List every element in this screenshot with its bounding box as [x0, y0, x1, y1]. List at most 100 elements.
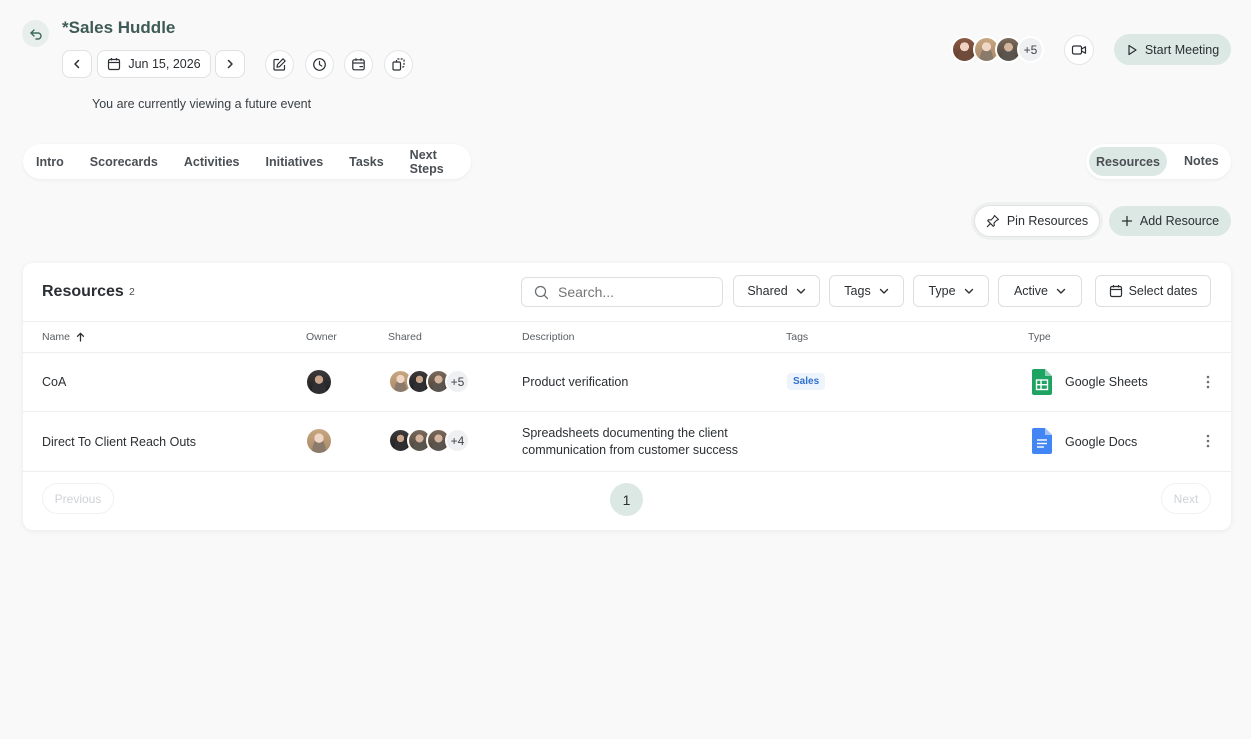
shared-avatars[interactable]: +5: [388, 369, 478, 395]
pin-icon: [986, 214, 999, 228]
next-page-button[interactable]: Next: [1161, 483, 1211, 514]
active-filter-label: Active: [1013, 284, 1049, 298]
divider: [23, 471, 1231, 472]
attendee-avatars[interactable]: +5: [951, 36, 1047, 64]
search-box[interactable]: [521, 277, 723, 307]
resource-type: Google Sheets: [1065, 375, 1148, 389]
page-number-button[interactable]: 1: [610, 483, 643, 516]
chevron-down-icon: [1056, 288, 1066, 294]
column-header-shared: Shared: [388, 331, 422, 343]
search-icon: [534, 285, 549, 299]
resource-name[interactable]: CoA: [42, 375, 66, 389]
tags-filter-label: Tags: [844, 284, 871, 298]
undo-arrow-icon: [29, 28, 42, 40]
section-tabs: Intro Scorecards Activities Initiatives …: [23, 144, 471, 179]
back-button[interactable]: [22, 20, 49, 47]
type-filter-label: Type: [928, 284, 956, 298]
page-title: *Sales Huddle: [62, 18, 176, 37]
chevron-down-icon: [796, 288, 805, 294]
add-resource-label: Add Resource: [1139, 214, 1220, 228]
tab-activities[interactable]: Activities: [171, 155, 253, 169]
tags-filter[interactable]: Tags: [829, 275, 904, 307]
more-vertical-icon[interactable]: [1205, 433, 1211, 449]
owner-avatar: [307, 429, 331, 453]
shared-avatars[interactable]: +4: [388, 428, 478, 454]
tab-notes[interactable]: Notes: [1184, 154, 1219, 168]
resource-description: Product verification: [522, 375, 629, 389]
pin-resources-button[interactable]: Pin Resources: [974, 205, 1100, 237]
column-header-name[interactable]: Name: [42, 331, 85, 343]
owner-avatar: [307, 370, 331, 394]
tab-resources[interactable]: Resources: [1089, 147, 1167, 176]
sort-ascending-icon: [76, 332, 85, 342]
tab-scorecards[interactable]: Scorecards: [77, 155, 171, 169]
future-event-notice: You are currently viewing a future event: [92, 97, 312, 111]
edit-icon: [273, 58, 286, 71]
resources-heading: Resources: [42, 283, 124, 300]
panel-tabs: Resources Notes: [1086, 144, 1231, 179]
shared-more-badge: +5: [445, 369, 470, 394]
start-meeting-label: Start Meeting: [1144, 42, 1220, 57]
video-call-button[interactable]: [1064, 35, 1094, 65]
start-meeting-button[interactable]: Start Meeting: [1114, 34, 1231, 65]
chevron-right-icon: [227, 59, 233, 69]
shared-filter-label: Shared: [747, 284, 788, 298]
page-number: 1: [622, 491, 631, 508]
resource-type: Google Docs: [1065, 435, 1138, 449]
table-row[interactable]: Direct To Client Reach Outs +4 Spreadshe…: [23, 412, 1231, 471]
calendar-icon: [1109, 285, 1122, 298]
resource-description-line-2: communication from customer success: [522, 443, 739, 457]
pin-resources-label: Pin Resources: [1006, 214, 1089, 228]
date-range-filter[interactable]: Select dates: [1095, 275, 1211, 307]
date-picker-button[interactable]: Jun 15, 2026: [97, 50, 211, 78]
calendar-icon: [108, 58, 121, 71]
type-filter[interactable]: Type: [913, 275, 989, 307]
resource-description-line-1: Spreadsheets documenting the client: [522, 426, 728, 440]
date-range-label: Select dates: [1128, 284, 1198, 298]
resources-count: 2: [129, 286, 135, 298]
resource-name[interactable]: Direct To Client Reach Outs: [42, 435, 196, 449]
duplicate-button[interactable]: [384, 50, 413, 79]
copy-icon: [392, 58, 405, 71]
google-docs-icon: [1032, 428, 1052, 454]
chevron-down-icon: [964, 288, 973, 294]
history-button[interactable]: [305, 50, 334, 79]
column-header-owner: Owner: [306, 331, 337, 343]
column-header-type: Type: [1028, 331, 1051, 343]
search-input[interactable]: [558, 284, 708, 300]
tab-tasks[interactable]: Tasks: [336, 155, 397, 169]
tab-next-steps[interactable]: Next Steps: [397, 148, 471, 176]
active-filter[interactable]: Active: [998, 275, 1082, 307]
google-sheets-icon: [1032, 369, 1052, 395]
video-camera-icon: [1071, 45, 1087, 55]
calendar-minus-icon: [352, 58, 365, 71]
resources-card: Resources 2 Shared Tags Type Active Sele…: [23, 263, 1231, 530]
calendar-remove-button[interactable]: [344, 50, 373, 79]
tab-initiatives[interactable]: Initiatives: [252, 155, 336, 169]
clock-icon: [313, 58, 326, 71]
add-resource-button[interactable]: Add Resource: [1109, 206, 1231, 236]
previous-page-button[interactable]: Previous: [42, 483, 114, 514]
prev-day-button[interactable]: [62, 50, 92, 78]
date-label: Jun 15, 2026: [128, 57, 201, 71]
edit-button[interactable]: [265, 50, 294, 79]
attendee-more-badge: +5: [1017, 36, 1044, 63]
tab-intro[interactable]: Intro: [23, 155, 77, 169]
chevron-left-icon: [74, 59, 80, 69]
table-row[interactable]: CoA +5 Product verification Sales Google…: [23, 353, 1231, 411]
plus-icon: [1121, 215, 1133, 227]
more-vertical-icon[interactable]: [1205, 374, 1211, 390]
tag-badge: Sales: [787, 373, 826, 390]
column-header-tags: Tags: [786, 331, 809, 343]
shared-filter[interactable]: Shared: [733, 275, 820, 307]
chevron-down-icon: [879, 288, 888, 294]
previous-label: Previous: [54, 491, 102, 506]
column-header-name-label: Name: [42, 331, 71, 343]
shared-more-badge: +4: [445, 428, 470, 453]
next-day-button[interactable]: [215, 50, 245, 78]
tab-resources-label: Resources: [1096, 154, 1160, 169]
next-label: Next: [1173, 491, 1199, 506]
divider: [23, 321, 1231, 322]
play-icon: [1128, 44, 1137, 55]
column-header-description: Description: [522, 331, 575, 343]
